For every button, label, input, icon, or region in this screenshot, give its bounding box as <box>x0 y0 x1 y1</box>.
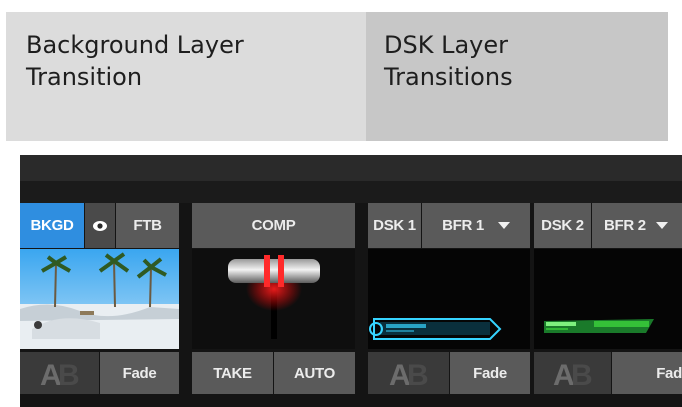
ftb-button[interactable]: FTB <box>116 203 179 248</box>
panel-top-strip <box>20 155 682 181</box>
tbar-slider[interactable] <box>192 249 355 349</box>
chevron-down-icon <box>497 222 510 229</box>
background-layer-transition-header: Background Layer Transition <box>6 12 366 141</box>
dsk2-preview-thumbnail <box>534 249 682 349</box>
comp-button[interactable]: COMP <box>192 203 355 248</box>
ab-icon: A B <box>389 359 429 389</box>
chevron-down-icon <box>655 222 668 229</box>
auto-button[interactable]: AUTO <box>274 352 355 394</box>
dsk1-buffer-dropdown[interactable]: BFR 1 <box>422 203 530 248</box>
tbar-area <box>192 249 355 349</box>
ab-icon: A B <box>553 359 593 389</box>
dsk2-fade-button[interactable]: Fade <box>612 352 682 394</box>
svg-text:B: B <box>58 359 79 389</box>
bkgd-fade-button[interactable]: Fade <box>100 352 179 394</box>
transition-control-panel: BKGD FTB A B Fade COMP TAKE AUTO DSK 1 B… <box>20 155 682 407</box>
dsk2-fade-label: Fade <box>656 364 682 382</box>
dsk2-transition-type-button[interactable]: A B <box>534 352 611 394</box>
eye-icon <box>93 220 107 231</box>
take-button[interactable]: TAKE <box>192 352 273 394</box>
svg-text:B: B <box>407 359 428 389</box>
dsk1-button[interactable]: DSK 1 <box>368 203 421 248</box>
background-preview-thumbnail <box>20 249 179 349</box>
svg-text:B: B <box>571 359 592 389</box>
dsk2-buffer-label: BFR 2 <box>604 217 646 234</box>
panel-header-strip <box>20 181 682 203</box>
dsk2-buffer-dropdown[interactable]: BFR 2 <box>592 203 682 248</box>
dsk1-fade-button[interactable]: Fade <box>450 352 530 394</box>
dsk-layer-transitions-header: DSK Layer Transitions <box>366 12 668 141</box>
bkgd-transition-type-button[interactable]: A B <box>20 352 99 394</box>
eye-button[interactable] <box>85 203 115 248</box>
bkgd-button[interactable]: BKGD <box>20 203 84 248</box>
dsk2-button[interactable]: DSK 2 <box>534 203 591 248</box>
ab-icon: A B <box>40 359 80 389</box>
dsk1-buffer-label: BFR 1 <box>442 217 484 234</box>
dsk1-preview-thumbnail <box>368 249 530 349</box>
dsk1-transition-type-button[interactable]: A B <box>368 352 449 394</box>
